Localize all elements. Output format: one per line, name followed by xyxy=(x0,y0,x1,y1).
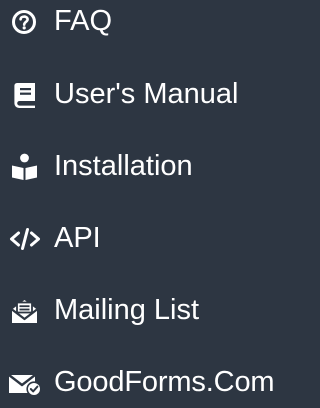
envelope-open-text-icon xyxy=(8,295,42,325)
menu-item-goodforms[interactable]: GoodForms.Com xyxy=(0,356,294,408)
code-icon xyxy=(8,223,42,253)
menu-item-label: FAQ xyxy=(54,5,113,37)
menu-item-installation[interactable]: Installation xyxy=(0,140,294,192)
menu-item-label: Mailing List xyxy=(54,294,200,326)
book-reader-icon xyxy=(8,151,42,181)
help-menu: FAQ User's Manual Installation API Maili… xyxy=(0,0,294,399)
menu-item-users-manual[interactable]: User's Manual xyxy=(0,68,294,120)
menu-item-label: GoodForms.Com xyxy=(54,366,275,398)
menu-item-api[interactable]: API xyxy=(0,212,294,264)
menu-item-label: User's Manual xyxy=(54,78,239,110)
question-circle-icon xyxy=(8,6,42,36)
menu-item-mailing-list[interactable]: Mailing List xyxy=(0,284,294,336)
menu-item-label: API xyxy=(54,222,101,254)
menu-item-label: Installation xyxy=(54,150,193,182)
menu-item-faq[interactable]: FAQ xyxy=(0,0,294,47)
book-icon xyxy=(8,79,42,109)
envelope-check-icon xyxy=(8,367,42,397)
